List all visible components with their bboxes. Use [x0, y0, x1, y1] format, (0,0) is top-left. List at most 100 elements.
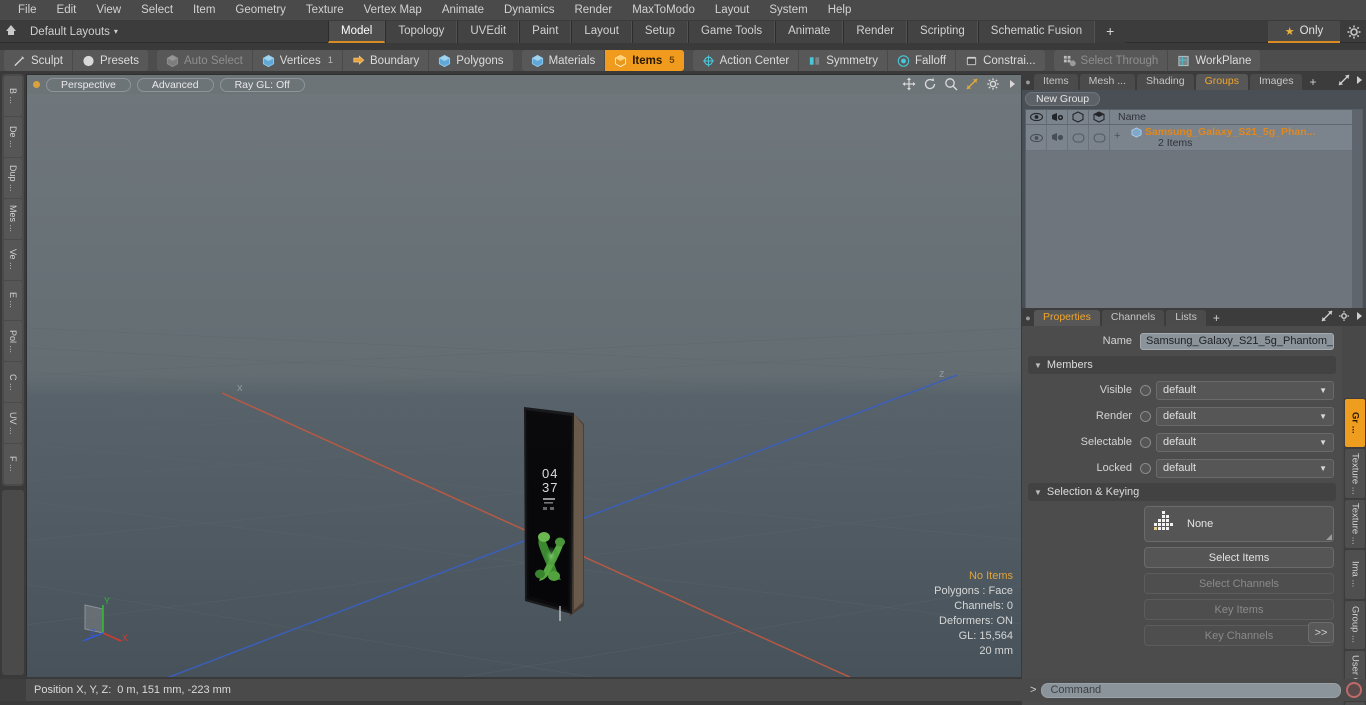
- menu-item-geometry[interactable]: Geometry: [225, 0, 296, 21]
- tool-action-center[interactable]: Action Center: [693, 50, 800, 71]
- shaded-icon[interactable]: [1089, 110, 1110, 124]
- tab-animate[interactable]: Animate: [775, 21, 844, 43]
- locked-radio[interactable]: [1140, 462, 1151, 474]
- tab-groups[interactable]: Groups: [1195, 74, 1249, 90]
- tab-layout[interactable]: Layout: [571, 21, 632, 43]
- tab-paint[interactable]: Paint: [519, 21, 572, 43]
- tool-falloff[interactable]: Falloff: [888, 50, 957, 71]
- key-items-button[interactable]: Key Items: [1144, 599, 1334, 620]
- members-section-header[interactable]: ▼ Members: [1028, 356, 1336, 374]
- left-tab-3[interactable]: Mes ...: [4, 198, 22, 239]
- menu-item-item[interactable]: Item: [183, 0, 225, 21]
- left-tab-1[interactable]: De ...: [4, 116, 22, 157]
- menu-item-edit[interactable]: Edit: [47, 0, 87, 21]
- gear-icon[interactable]: [986, 77, 1000, 91]
- properties-panel-menu-icon[interactable]: ●: [1022, 310, 1034, 326]
- tool-select-through[interactable]: Select Through: [1054, 50, 1169, 71]
- tab-channels[interactable]: Channels: [1101, 310, 1165, 326]
- left-tab-6[interactable]: Pol ...: [4, 321, 22, 362]
- menu-item-view[interactable]: View: [86, 0, 131, 21]
- left-tab-9[interactable]: F ...: [4, 444, 22, 485]
- right-tab-texture-1[interactable]: Texture ...: [1345, 449, 1365, 498]
- panel-menu-icon[interactable]: ●: [1022, 74, 1034, 90]
- selectable-dropdown[interactable]: default ▼: [1156, 432, 1334, 452]
- menu-item-animate[interactable]: Animate: [432, 0, 494, 21]
- wireframe-icon[interactable]: [1068, 110, 1089, 124]
- tab-model[interactable]: Model: [328, 21, 386, 43]
- add-panel-tab-button[interactable]: +: [1304, 75, 1321, 90]
- menu-item-file[interactable]: File: [8, 0, 47, 21]
- record-icon[interactable]: [1346, 682, 1362, 698]
- left-tab-7[interactable]: C ...: [4, 362, 22, 403]
- tab-schematic-fusion[interactable]: Schematic Fusion: [977, 21, 1096, 43]
- menu-item-select[interactable]: Select: [131, 0, 183, 21]
- tab-topology[interactable]: Topology: [385, 21, 458, 43]
- expand-row-icon[interactable]: +: [1114, 130, 1120, 142]
- name-field[interactable]: Samsung_Galaxy_S21_5g_Phantom_\: [1140, 332, 1334, 350]
- gear-icon[interactable]: [1346, 24, 1362, 40]
- viewport-raygl-selector[interactable]: Ray GL: Off: [219, 77, 305, 92]
- row-name-cell[interactable]: + Samsung_Galaxy_S21_5g_Phan... 2 Items: [1110, 125, 1352, 150]
- menu-item-maxtomodo[interactable]: MaxToModo: [622, 0, 705, 21]
- forward-button[interactable]: >>: [1308, 622, 1334, 643]
- tool-constraint[interactable]: Constrai...: [956, 50, 1044, 71]
- tab-shading[interactable]: Shading: [1137, 74, 1194, 90]
- viewport-canvas[interactable]: x z 04 37: [27, 94, 1021, 677]
- zoom-icon[interactable]: [944, 77, 958, 91]
- chevron-right-icon[interactable]: [1355, 310, 1364, 325]
- tool-materials[interactable]: Materials: [522, 50, 606, 71]
- select-items-button[interactable]: Select Items: [1144, 547, 1334, 568]
- expand-icon[interactable]: [1338, 74, 1350, 89]
- home-icon[interactable]: [0, 24, 22, 39]
- tab-items[interactable]: Items: [1034, 74, 1078, 90]
- gear-icon[interactable]: [1338, 310, 1350, 325]
- viewport-projection-selector[interactable]: Perspective: [46, 77, 131, 92]
- right-tab-group[interactable]: Group ...: [1345, 600, 1365, 650]
- left-tab-0[interactable]: B ...: [4, 76, 22, 116]
- row-shaded-toggle[interactable]: [1089, 125, 1110, 150]
- selection-keying-section-header[interactable]: ▼ Selection & Keying: [1028, 483, 1336, 501]
- selectable-radio[interactable]: [1140, 436, 1151, 448]
- key-channels-button[interactable]: Key Channels: [1144, 625, 1334, 646]
- menu-item-render[interactable]: Render: [564, 0, 622, 21]
- viewport[interactable]: Perspective Advanced Ray GL: Off x z 04 …: [26, 74, 1021, 677]
- left-tab-5[interactable]: E ...: [4, 280, 22, 321]
- new-group-button[interactable]: New Group: [1025, 92, 1101, 106]
- menu-item-dynamics[interactable]: Dynamics: [494, 0, 564, 21]
- chevron-down-icon[interactable]: ▾: [114, 27, 118, 36]
- menu-item-layout[interactable]: Layout: [705, 0, 760, 21]
- tool-vertices[interactable]: Vertices 1: [253, 50, 344, 71]
- eye-icon[interactable]: [1026, 110, 1047, 124]
- command-input[interactable]: Command: [1041, 682, 1341, 698]
- visible-radio[interactable]: [1140, 384, 1151, 396]
- tool-presets[interactable]: Presets: [73, 50, 148, 71]
- rotate-icon[interactable]: [923, 77, 937, 91]
- tab-lists[interactable]: Lists: [1166, 310, 1206, 326]
- chevron-right-icon[interactable]: [1355, 74, 1364, 89]
- tab-images[interactable]: Images: [1250, 74, 1303, 90]
- tab-render[interactable]: Render: [843, 21, 908, 43]
- visible-dropdown[interactable]: default ▼: [1156, 380, 1334, 400]
- menu-item-texture[interactable]: Texture: [296, 0, 354, 21]
- move-icon[interactable]: [902, 77, 916, 91]
- tool-sculpt[interactable]: Sculpt: [4, 50, 73, 71]
- menu-item-vertex-map[interactable]: Vertex Map: [354, 0, 432, 21]
- render-icon[interactable]: [1047, 110, 1068, 124]
- tool-items[interactable]: Items 5: [605, 50, 684, 71]
- tab-properties[interactable]: Properties: [1034, 310, 1100, 326]
- expand-icon[interactable]: [1321, 310, 1333, 325]
- viewport-indicator-icon[interactable]: [33, 81, 40, 88]
- right-tab-texture-2[interactable]: Texture ...: [1345, 499, 1365, 549]
- tool-workplane[interactable]: WorkPlane: [1168, 50, 1260, 71]
- tab-scripting[interactable]: Scripting: [907, 21, 978, 43]
- only-toggle-button[interactable]: ★ Only: [1268, 21, 1340, 43]
- chevron-right-icon[interactable]: [1007, 77, 1017, 91]
- tool-auto-select[interactable]: Auto Select: [157, 50, 253, 71]
- fit-icon[interactable]: [965, 77, 979, 91]
- viewport-shading-selector[interactable]: Advanced: [136, 77, 214, 92]
- row-eye-toggle[interactable]: [1026, 125, 1047, 150]
- right-tab-tags[interactable]: Tags: [1345, 701, 1365, 705]
- left-tab-2[interactable]: Dup ...: [4, 157, 22, 198]
- table-row[interactable]: + Samsung_Galaxy_S21_5g_Phan... 2 Items: [1026, 125, 1352, 151]
- locked-dropdown[interactable]: default ▼: [1156, 458, 1334, 478]
